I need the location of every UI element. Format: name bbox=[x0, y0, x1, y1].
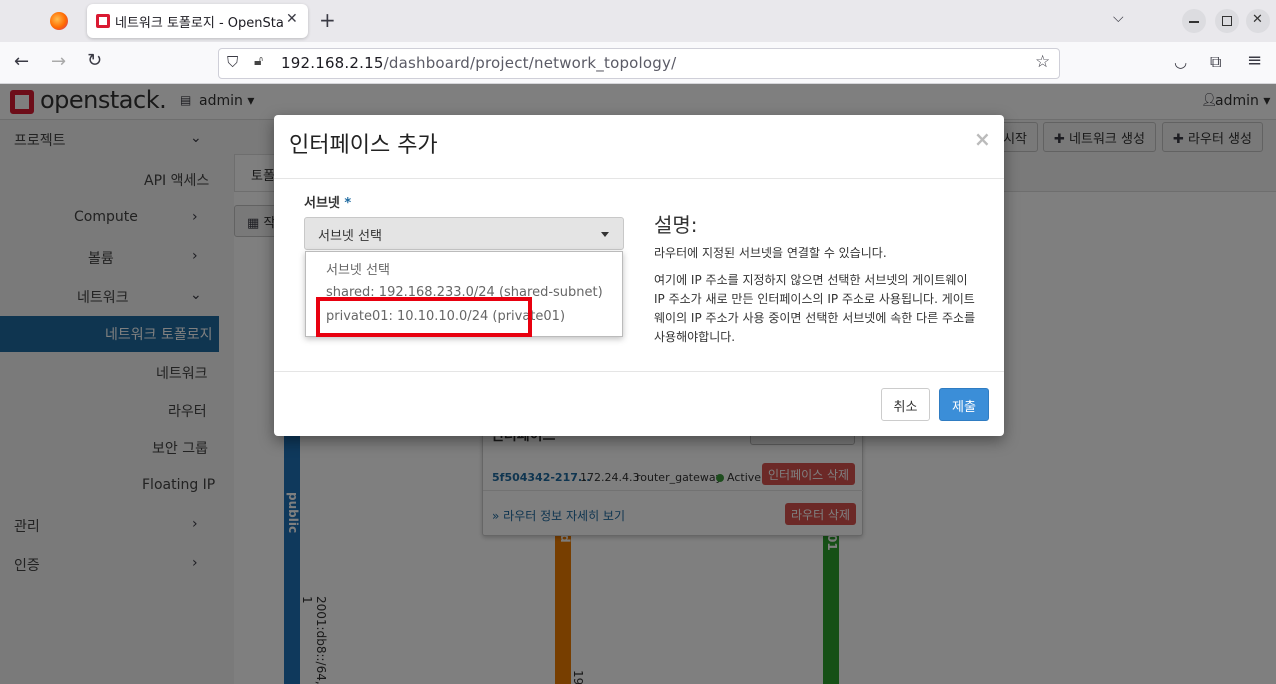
description-text-2: 여기에 IP 주소를 지정하지 않으면 선택한 서브넷의 게이트웨이 IP 주소… bbox=[654, 273, 976, 344]
url-bar[interactable]: ⛉ 🔓︎ 192.168.2.15/dashboard/project/netw… bbox=[218, 48, 1060, 79]
minimize-button[interactable] bbox=[1182, 9, 1206, 33]
subnet-label-text: 서브넷 bbox=[304, 196, 340, 211]
browser-tab-active[interactable]: 네트워크 토폴로지 - OpenStack ✕ bbox=[87, 4, 308, 38]
firefox-view-icon[interactable] bbox=[50, 12, 68, 30]
subnet-option-placeholder[interactable]: 서브넷 선택 bbox=[326, 259, 390, 278]
forward-icon[interactable]: → bbox=[51, 51, 66, 72]
tab-close-icon[interactable]: ✕ bbox=[286, 11, 298, 27]
shield-icon[interactable]: ⛉ bbox=[227, 53, 238, 71]
back-icon[interactable]: ← bbox=[14, 51, 29, 72]
openstack-favicon-icon bbox=[96, 14, 110, 28]
close-icon[interactable]: × bbox=[974, 127, 991, 151]
subnet-select[interactable]: 서브넷 선택 bbox=[304, 217, 624, 250]
description-text-1: 라우터에 지정된 서브넷을 연결할 수 있습니다. bbox=[654, 246, 887, 260]
caret-down-icon bbox=[601, 232, 609, 237]
required-mark: * bbox=[344, 196, 352, 211]
subnet-select-value: 서브넷 선택 bbox=[318, 229, 382, 244]
cancel-button[interactable]: 취소 bbox=[881, 388, 930, 421]
highlight-box bbox=[316, 297, 532, 337]
modal-header-divider bbox=[274, 178, 1004, 179]
maximize-icon bbox=[1222, 16, 1232, 26]
insecure-lock-icon[interactable]: 🔓︎ bbox=[254, 53, 263, 69]
app-menu-icon[interactable]: ≡ bbox=[1247, 50, 1262, 71]
submit-button[interactable]: 제출 bbox=[939, 388, 989, 421]
tab-title: 네트워크 토폴로지 - OpenStack bbox=[115, 16, 283, 31]
close-window-icon: ✕ bbox=[1252, 12, 1263, 27]
url-path: /dashboard/project/network_topology/ bbox=[383, 54, 677, 72]
browser-tab-bar: 네트워크 토폴로지 - OpenStack ✕ + ⌵ ✕ bbox=[0, 0, 1276, 42]
extensions-icon[interactable]: ⧉ bbox=[1210, 52, 1221, 72]
minimize-icon bbox=[1189, 21, 1199, 23]
bookmark-star-icon[interactable]: ☆ bbox=[1035, 52, 1050, 72]
url-host: 192.168.2.15 bbox=[281, 54, 384, 72]
maximize-button[interactable] bbox=[1215, 9, 1239, 33]
new-tab-icon[interactable]: + bbox=[319, 8, 336, 32]
pocket-icon[interactable]: ◡ bbox=[1174, 53, 1187, 71]
reload-icon[interactable]: ↻ bbox=[87, 50, 102, 71]
modal-footer-divider bbox=[274, 371, 1004, 372]
list-tabs-icon[interactable]: ⌵ bbox=[1113, 10, 1124, 26]
close-window-button[interactable]: ✕ bbox=[1246, 9, 1270, 33]
description-title: 설명: bbox=[654, 213, 698, 237]
url-text[interactable]: 192.168.2.15/dashboard/project/network_t… bbox=[281, 54, 676, 72]
subnet-field-label: 서브넷 * bbox=[304, 192, 351, 211]
add-interface-modal: 인터페이스 추가 × 서브넷 * 서브넷 선택 서브넷 선택 shared: 1… bbox=[274, 115, 1004, 436]
modal-title: 인터페이스 추가 bbox=[289, 133, 438, 158]
